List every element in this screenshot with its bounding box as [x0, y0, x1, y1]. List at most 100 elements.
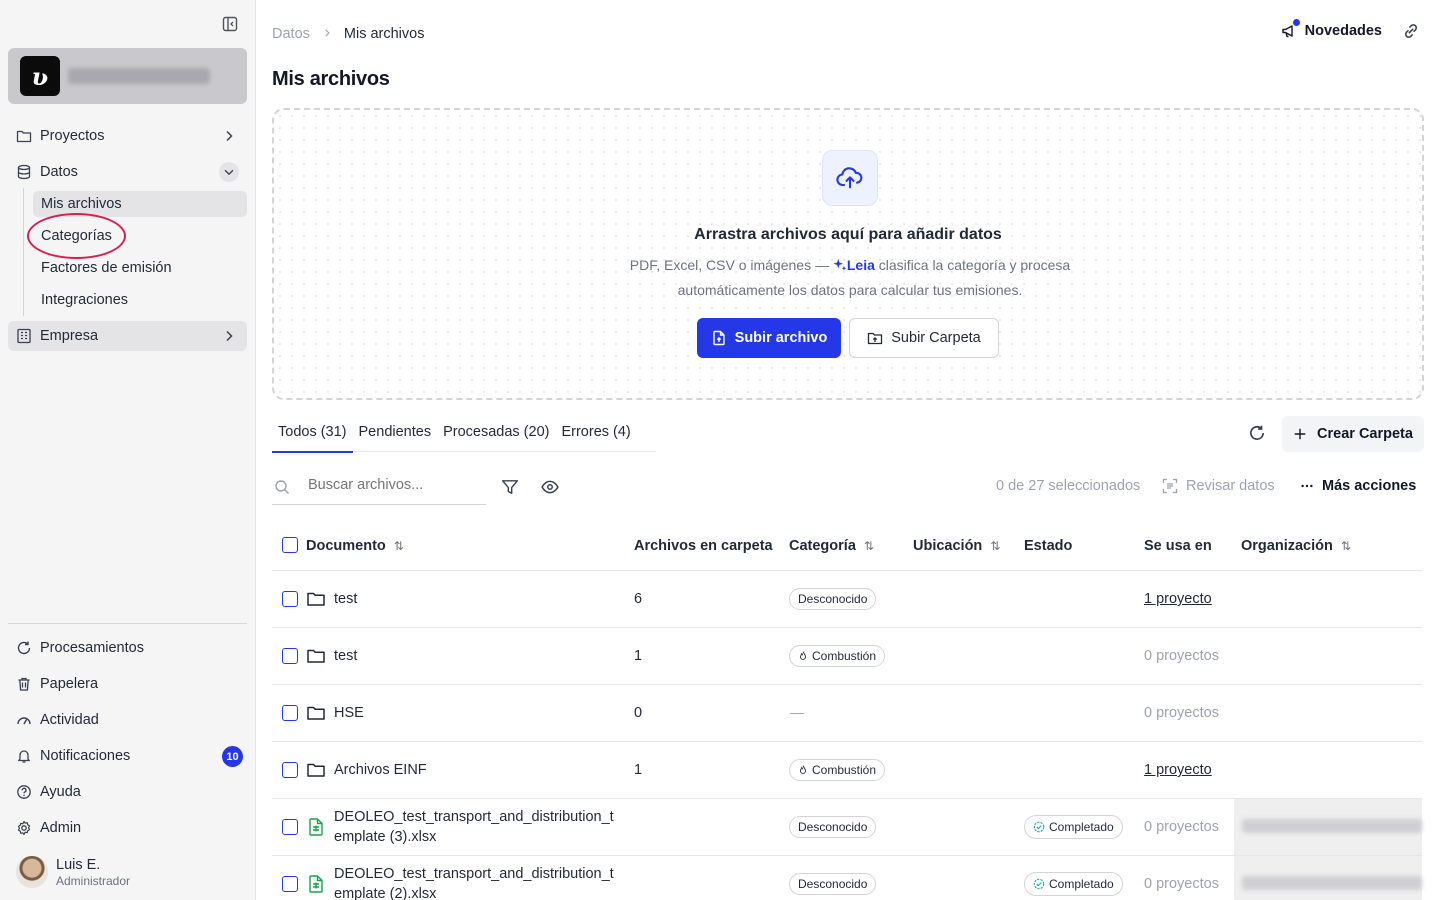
- nav-item-label: Actividad: [40, 712, 99, 728]
- document-cell[interactable]: HSE: [306, 703, 616, 723]
- review-data-button[interactable]: Revisar datos: [1162, 478, 1275, 494]
- table-row[interactable]: DEOLEO_test_transport_and_distribution_t…: [272, 856, 1422, 900]
- sidebar-collapse-icon[interactable]: [222, 16, 240, 32]
- search-input[interactable]: [308, 477, 478, 493]
- novedades-button[interactable]: Novedades: [1281, 19, 1382, 39]
- more-horizontal-icon: [1300, 479, 1314, 493]
- upload-folder-button[interactable]: Subir Carpeta: [849, 318, 999, 358]
- spreadsheet-icon: [306, 817, 326, 837]
- gauge-icon: [16, 712, 32, 728]
- nav-item-procesamientos[interactable]: Procesamientos: [8, 633, 247, 663]
- header-actions: Novedades: [1281, 19, 1420, 40]
- chevron-down-icon: [219, 162, 239, 182]
- tab-errores[interactable]: Errores (4): [555, 420, 636, 451]
- category-label: Desconocido: [798, 592, 868, 606]
- table-row[interactable]: HSE 0 — 0 proyectos: [272, 685, 1422, 742]
- category-empty: —: [790, 704, 804, 720]
- link-icon[interactable]: [1402, 22, 1420, 40]
- nav-item-papelera[interactable]: Papelera: [8, 669, 247, 699]
- folder-icon: [306, 760, 326, 780]
- row-checkbox[interactable]: [282, 648, 298, 664]
- breadcrumb-current: Mis archivos: [343, 26, 425, 42]
- folder-upload-icon: [867, 330, 883, 346]
- document-name: DEOLEO_test_transport_and_distribution_t…: [334, 809, 614, 845]
- row-checkbox[interactable]: [282, 762, 298, 778]
- row-checkbox[interactable]: [282, 876, 298, 892]
- organization-switcher[interactable]: ʋ: [8, 48, 247, 104]
- filter-icon[interactable]: [501, 478, 519, 499]
- nav-item-label: Notificaciones: [40, 748, 131, 764]
- flame-icon: [798, 765, 808, 775]
- folder-icon: [306, 646, 326, 666]
- document-name: Archivos EINF: [334, 762, 427, 778]
- used-in-link[interactable]: 1 proyecto: [1144, 762, 1212, 778]
- table-row[interactable]: Archivos EINF 1 Combustión 1 proyecto: [272, 742, 1422, 799]
- header-label: Documento: [306, 538, 386, 554]
- leia-link[interactable]: Leia: [847, 257, 875, 273]
- main-content: Datos Mis archivos Novedades Mis archivo…: [256, 0, 1440, 900]
- document-cell[interactable]: DEOLEO_test_transport_and_distribution_t…: [306, 807, 616, 847]
- selection-count: 0 de 27 seleccionados: [996, 478, 1141, 494]
- used-in-text: 0 proyectos: [1144, 648, 1219, 664]
- dropzone-title: Arrastra archivos aquí para añadir datos: [694, 226, 1002, 243]
- tab-pendientes[interactable]: Pendientes: [353, 420, 438, 451]
- nav-item-proyectos[interactable]: Proyectos: [8, 121, 247, 151]
- row-checkbox[interactable]: [282, 819, 298, 835]
- document-cell[interactable]: test: [306, 589, 616, 609]
- document-name: test: [334, 591, 358, 607]
- used-in-text: 0 proyectos: [1144, 705, 1219, 721]
- breadcrumb: Datos Mis archivos: [272, 26, 424, 42]
- eye-icon[interactable]: [541, 478, 559, 499]
- refresh-icon[interactable]: [1248, 424, 1268, 444]
- chevron-right-icon: [221, 128, 237, 144]
- column-header-ubicacion[interactable]: Ubicación ⇅: [913, 538, 1000, 554]
- nav-item-datos[interactable]: Datos: [8, 157, 247, 187]
- category-pill: Desconocido: [789, 816, 877, 838]
- sidebar-item-integraciones[interactable]: Integraciones: [33, 287, 247, 313]
- table-row[interactable]: DEOLEO_test_transport_and_distribution_t…: [272, 799, 1422, 856]
- folder-count: 0: [634, 705, 643, 721]
- breadcrumb-parent[interactable]: Datos: [272, 26, 310, 42]
- document-cell[interactable]: DEOLEO_test_transport_and_distribution_t…: [306, 864, 616, 900]
- nav-item-empresa[interactable]: Empresa: [8, 321, 247, 351]
- file-dropzone[interactable]: Arrastra archivos aquí para añadir datos…: [272, 108, 1424, 400]
- column-header-categoria[interactable]: Categoría ⇅: [789, 538, 874, 554]
- sidebar-item-factores[interactable]: Factores de emisión: [33, 255, 247, 281]
- document-name: DEOLEO_test_transport_and_distribution_t…: [334, 866, 614, 900]
- new-indicator-dot: [1292, 19, 1300, 26]
- nav-item-label: Procesamientos: [40, 640, 144, 656]
- tab-procesadas[interactable]: Procesadas (20): [437, 420, 555, 451]
- used-in-link[interactable]: 1 proyecto: [1144, 591, 1212, 607]
- document-cell[interactable]: Archivos EINF: [306, 760, 616, 780]
- more-actions-label: Más acciones: [1322, 478, 1417, 494]
- column-header-organizacion[interactable]: Organización ⇅: [1241, 538, 1351, 554]
- used-in-text: 0 proyectos: [1144, 819, 1219, 835]
- table-row[interactable]: test 1 Combustión 0 proyectos: [272, 628, 1422, 685]
- row-checkbox[interactable]: [282, 705, 298, 721]
- header-label: Archivos en carpeta: [634, 538, 773, 554]
- file-tabs: Todos (31) Pendientes Procesadas (20) Er…: [272, 420, 656, 453]
- status-badge: Completado: [1024, 815, 1123, 839]
- folder-count: 1: [634, 762, 643, 778]
- nav-item-actividad[interactable]: Actividad: [8, 705, 247, 735]
- nav-item-admin[interactable]: Admin: [8, 813, 247, 843]
- document-cell[interactable]: test: [306, 646, 616, 666]
- document-name: test: [334, 648, 358, 664]
- nav-item-ayuda[interactable]: Ayuda: [8, 777, 247, 807]
- user-profile[interactable]: Luis E. Administrador: [16, 855, 246, 891]
- subtree-line: [23, 188, 24, 316]
- tab-todos[interactable]: Todos (31): [272, 420, 353, 453]
- nav-item-label: Datos: [40, 164, 78, 180]
- column-header-documento[interactable]: Documento ⇅: [306, 538, 404, 554]
- sub-item-label: Mis archivos: [41, 196, 122, 212]
- bell-icon: [16, 748, 32, 764]
- more-actions-button[interactable]: Más acciones: [1300, 478, 1416, 494]
- select-all-checkbox[interactable]: [282, 537, 298, 553]
- create-folder-button[interactable]: Crear Carpeta: [1282, 416, 1424, 452]
- row-checkbox[interactable]: [282, 591, 298, 607]
- upload-file-button[interactable]: Subir archivo: [697, 318, 841, 358]
- nav-item-notificaciones[interactable]: Notificaciones 10: [8, 741, 247, 771]
- category-label: Combustión: [812, 763, 877, 777]
- table-row[interactable]: test 6 Desconocido 1 proyecto: [272, 571, 1422, 628]
- spreadsheet-icon: [306, 874, 326, 894]
